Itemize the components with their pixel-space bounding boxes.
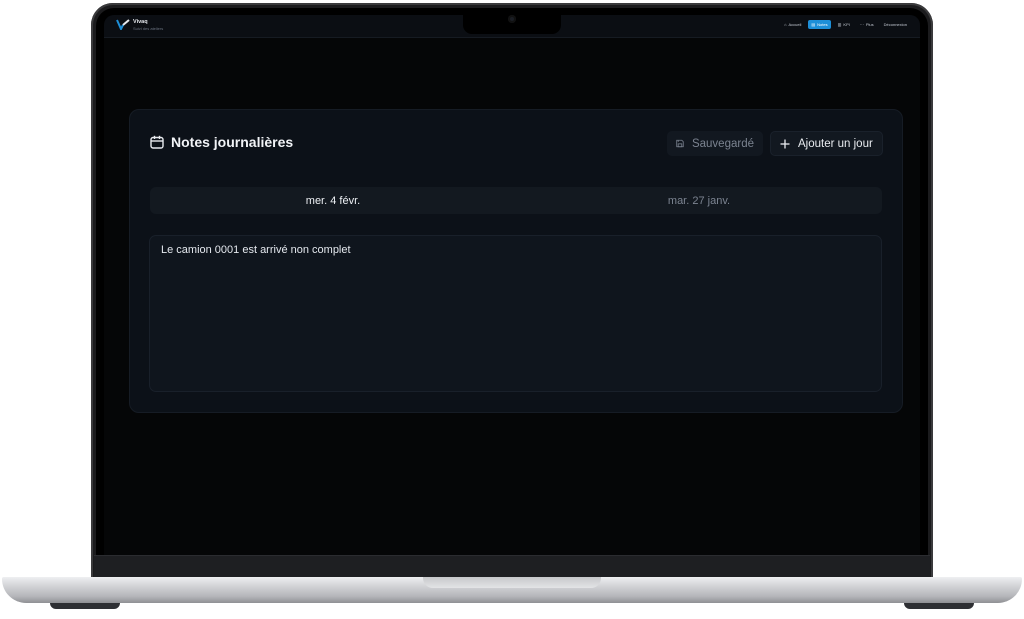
app-screen: Vivaq Suivi des ateliers ⌂ Accueil ▤ Not… — [104, 15, 920, 555]
page-title: Notes journalières — [171, 134, 294, 150]
more-icon: ⋯ — [859, 22, 864, 27]
nav-item-label: Déconnexion — [883, 22, 907, 27]
tab-day-0[interactable]: mer. 4 févr. — [150, 187, 516, 214]
notes-icon: ▤ — [811, 22, 816, 27]
note-textarea[interactable]: Le camion 0001 est arrivé non complet — [149, 235, 882, 392]
add-day-label: Ajouter un jour — [798, 137, 873, 150]
calendar-icon — [150, 135, 164, 149]
base-notch — [423, 577, 601, 588]
saved-label: Sauvegardé — [691, 137, 754, 150]
nav-item-label: Accueil — [788, 22, 802, 27]
plus-icon — [780, 139, 790, 148]
nav-item-accueil[interactable]: ⌂ Accueil — [781, 20, 804, 29]
nav-item-kpi[interactable]: ▥ KPI — [835, 20, 853, 29]
app-logo-icon — [116, 19, 130, 30]
saved-button[interactable]: Sauvegardé — [667, 131, 763, 156]
tab-day-1[interactable]: mar. 27 janv. — [516, 187, 882, 214]
nav-item-notes[interactable]: ▤ Notes — [808, 20, 831, 29]
add-day-button[interactable]: Ajouter un jour — [770, 131, 883, 156]
day-tabs: mer. 4 févr. mar. 27 janv. — [150, 187, 882, 214]
card-header: Notes journalières — [150, 134, 293, 150]
nav-item-label: Notes — [817, 22, 828, 27]
app-subtitle: Suivi des ateliers — [133, 26, 164, 31]
daily-notes-card: Notes journalières Sauvegardé Ajouter un… — [129, 109, 903, 413]
screen-chin — [94, 555, 930, 578]
home-icon: ⌂ — [784, 22, 787, 27]
nav-item-logout[interactable]: Déconnexion — [881, 20, 910, 29]
chart-icon: ▥ — [837, 22, 842, 27]
save-icon — [676, 139, 684, 148]
nav-item-plus[interactable]: ⋯ Plus — [857, 20, 877, 29]
camera-icon — [508, 15, 516, 23]
laptop-foot-left — [50, 603, 120, 609]
app-name: Vivaq — [133, 19, 148, 25]
laptop-foot-right — [904, 603, 974, 609]
nav-item-label: Plus — [865, 22, 874, 27]
nav-item-label: KPI — [843, 22, 850, 27]
